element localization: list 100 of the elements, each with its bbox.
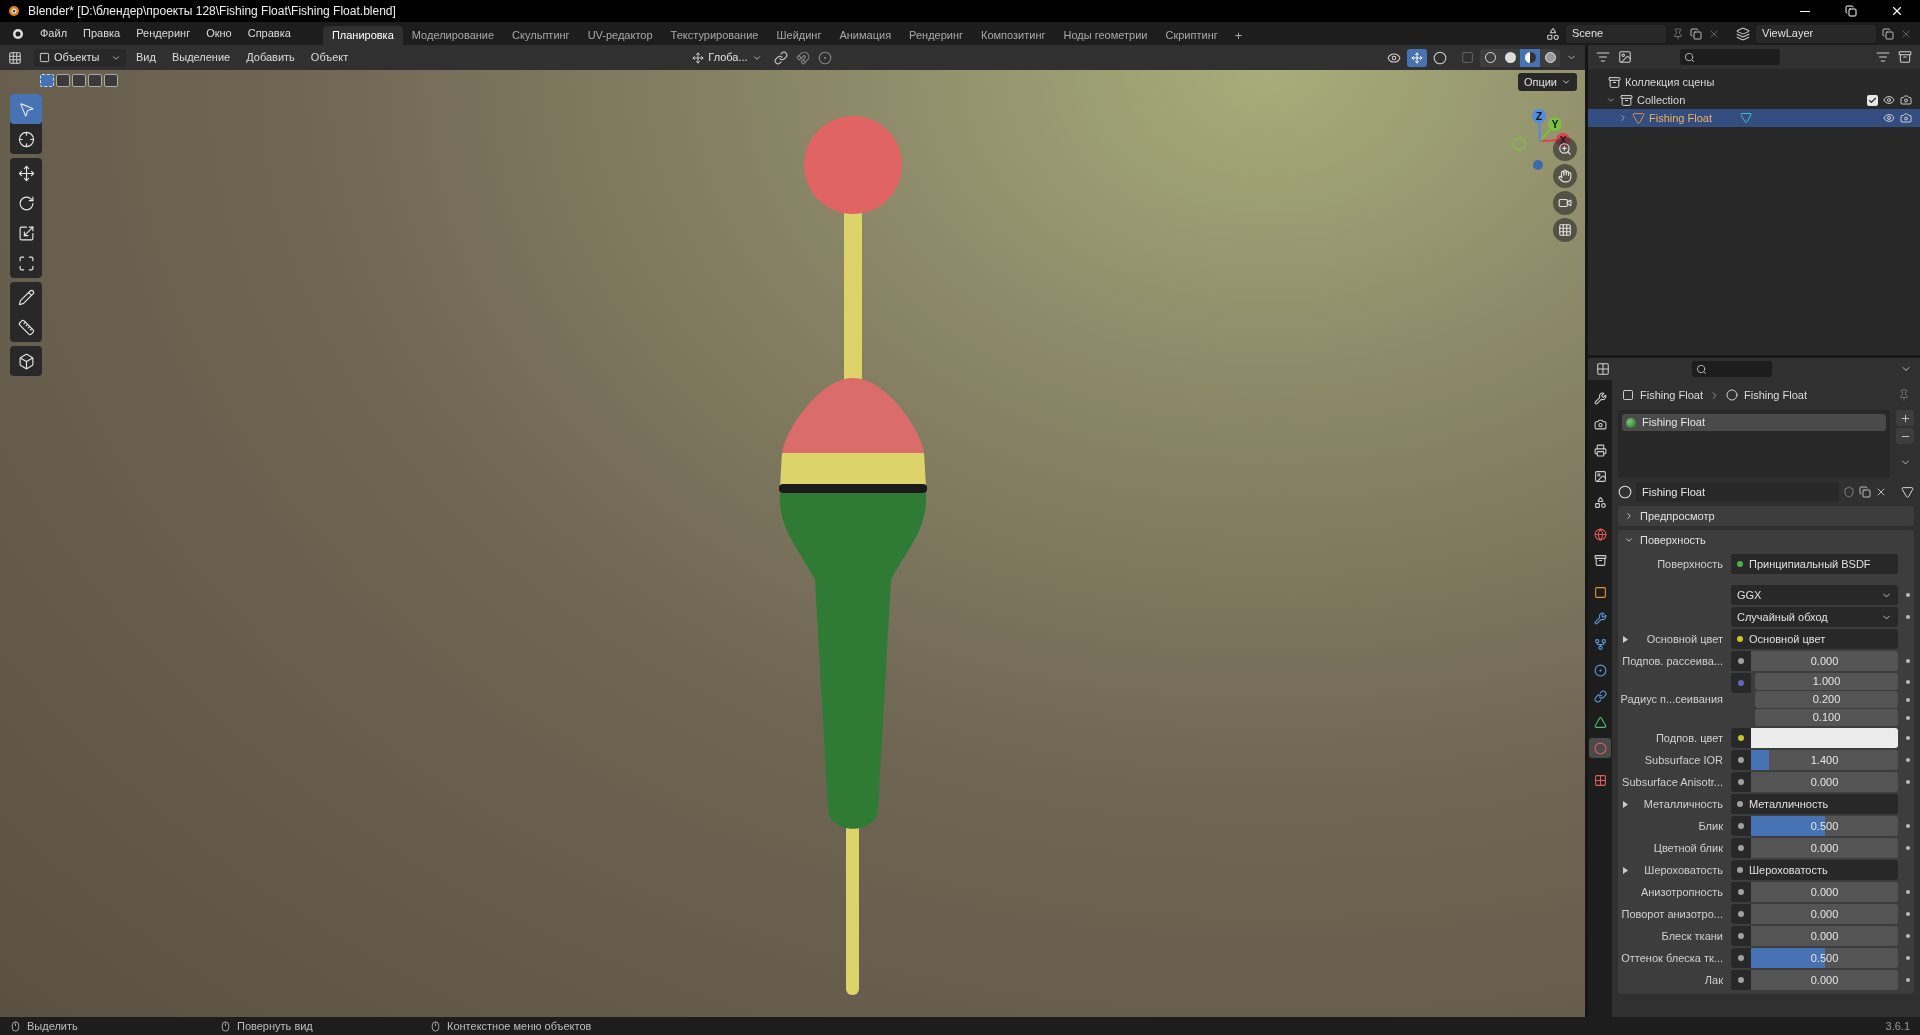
- scene-field[interactable]: Scene: [1566, 24, 1666, 43]
- outliner-row[interactable]: Коллекция сцены: [1588, 73, 1920, 91]
- dropdown[interactable]: Случайный обход: [1731, 607, 1898, 627]
- zoom-button[interactable]: [1553, 137, 1577, 161]
- display-mode-icon[interactable]: [1618, 50, 1632, 64]
- menu-item[interactable]: Добавить: [240, 49, 301, 66]
- workspace-tab[interactable]: Ноды геометрии: [1054, 26, 1157, 45]
- visibility-icon[interactable]: [1387, 50, 1401, 65]
- camera-view-button[interactable]: [1553, 191, 1577, 215]
- expand-triangle-icon[interactable]: [1622, 866, 1629, 874]
- new-scene-icon[interactable]: [1690, 27, 1702, 40]
- search-field[interactable]: [1692, 361, 1772, 377]
- workspace-tab[interactable]: UV-редактор: [578, 26, 662, 45]
- slider-field[interactable]: 0.000: [1751, 772, 1898, 792]
- mode-dropdown[interactable]: Объекты: [34, 48, 126, 67]
- panel-header[interactable]: Предпросмотр: [1618, 506, 1914, 526]
- slider-field[interactable]: 0.000: [1751, 882, 1898, 902]
- select-mode-icon[interactable]: [56, 74, 70, 87]
- menu-item[interactable]: Объект: [304, 49, 355, 66]
- workspace-tab[interactable]: Текстурирование: [661, 26, 768, 45]
- axis-gizmo-drawing[interactable]: X Y Z: [1505, 106, 1575, 176]
- workspace-tab[interactable]: Анимация: [830, 26, 901, 45]
- magnet-icon[interactable]: [795, 50, 810, 65]
- menu-item[interactable]: Выделение: [165, 49, 237, 66]
- linked-input-field[interactable]: Металличность: [1731, 794, 1898, 814]
- slider-field[interactable]: 0.000: [1751, 926, 1898, 946]
- menu-item[interactable]: Справка: [239, 25, 299, 42]
- slider-field[interactable]: 0.000: [1751, 904, 1898, 924]
- options-dropdown[interactable]: Опции: [1517, 73, 1577, 91]
- menu-item[interactable]: Окно: [198, 25, 240, 42]
- overlays-icon[interactable]: [1433, 50, 1447, 65]
- editor-type-icon[interactable]: [1596, 50, 1610, 64]
- pin-icon[interactable]: [1898, 389, 1910, 401]
- new-collection-icon[interactable]: [1898, 50, 1912, 64]
- panel-header[interactable]: Поверхность: [1618, 530, 1914, 550]
- checkbox[interactable]: [1867, 94, 1878, 106]
- add-slot-button[interactable]: [1896, 410, 1914, 426]
- outliner-row[interactable]: Collection: [1588, 91, 1920, 109]
- x-axis-handle[interactable]: [1539, 133, 1570, 147]
- linked-input-field[interactable]: Основной цвет: [1731, 629, 1898, 649]
- gizmo-toggle[interactable]: [1407, 48, 1427, 67]
- material-slot[interactable]: Fishing Float: [1622, 414, 1886, 431]
- slider-field[interactable]: 0.000: [1751, 970, 1898, 990]
- color-swatch[interactable]: [1751, 728, 1898, 748]
- menu-item[interactable]: Правка: [75, 25, 129, 42]
- slider-field[interactable]: 0.000: [1751, 651, 1898, 671]
- material-browse-icon[interactable]: [1618, 485, 1632, 499]
- select-mode-icon[interactable]: [40, 74, 54, 87]
- workspace-tab[interactable]: Планировка: [322, 26, 403, 45]
- number-field[interactable]: 0.100: [1755, 709, 1898, 726]
- workspace-tab[interactable]: Шейдинг: [767, 26, 831, 45]
- material-shading-icon[interactable]: [1520, 48, 1540, 67]
- workspace-tab[interactable]: Скульптинг: [503, 26, 579, 45]
- linked-input-field[interactable]: Принципиальный BSDF: [1731, 554, 1898, 574]
- workspace-tab[interactable]: Скриптинг: [1156, 26, 1227, 45]
- outliner-row[interactable]: Fishing Float: [1588, 109, 1920, 127]
- pin-icon[interactable]: [1672, 27, 1684, 40]
- menu-item[interactable]: Вид: [130, 49, 162, 66]
- solid-shading-icon[interactable]: [1500, 48, 1520, 67]
- add-workspace-button[interactable]: +: [1226, 26, 1251, 45]
- number-field[interactable]: 1.000: [1755, 673, 1898, 690]
- fake-user-icon[interactable]: [1843, 486, 1855, 498]
- unlink-icon[interactable]: [1875, 486, 1887, 498]
- material-name-field[interactable]: Fishing Float: [1636, 482, 1839, 502]
- camera-icon[interactable]: [1900, 94, 1912, 106]
- workspace-tab[interactable]: Рендеринг: [900, 26, 973, 45]
- editor-type-icon[interactable]: [1596, 362, 1610, 376]
- expand-triangle-icon[interactable]: [1622, 800, 1629, 808]
- number-field[interactable]: 0.200: [1755, 691, 1898, 708]
- view-layer-field[interactable]: ViewLayer: [1756, 24, 1876, 43]
- expand-triangle-icon[interactable]: [1622, 635, 1629, 643]
- orientation-dropdown[interactable]: Глоба...: [688, 48, 766, 67]
- filter-icon[interactable]: [1876, 50, 1890, 64]
- linked-input-field[interactable]: Шероховатость: [1731, 860, 1898, 880]
- wireframe-shading-icon[interactable]: [1480, 48, 1500, 67]
- mesh-data-icon[interactable]: [1901, 485, 1914, 499]
- z-axis-handle[interactable]: [1532, 109, 1546, 142]
- select-mode-icon[interactable]: [104, 74, 118, 87]
- eye-icon[interactable]: [1883, 94, 1895, 106]
- select-arrow-tool[interactable]: [10, 94, 42, 124]
- camera-icon[interactable]: [1900, 112, 1912, 124]
- grid-button[interactable]: [1553, 218, 1577, 242]
- rendered-shading-icon[interactable]: [1540, 48, 1560, 67]
- duplicate-icon[interactable]: [1859, 486, 1871, 498]
- menu-item[interactable]: Рендеринг: [128, 25, 199, 42]
- app-logo-icon[interactable]: [10, 26, 24, 41]
- slider-field[interactable]: 0.000: [1751, 838, 1898, 858]
- search-field[interactable]: [1680, 49, 1780, 65]
- menu-item[interactable]: Файл: [32, 25, 76, 42]
- select-mode-icon[interactable]: [88, 74, 102, 87]
- material-sphere-tab[interactable]: [1589, 738, 1611, 758]
- dropdown[interactable]: GGX: [1731, 585, 1898, 605]
- hand-button[interactable]: [1553, 164, 1577, 188]
- eye-icon[interactable]: [1883, 112, 1895, 124]
- workspace-tab[interactable]: Моделирование: [402, 26, 504, 45]
- new-view-layer-icon[interactable]: [1882, 27, 1894, 40]
- workspace-tab[interactable]: Композитинг: [972, 26, 1055, 45]
- remove-slot-button[interactable]: [1896, 428, 1914, 444]
- scene-icon[interactable]: [1546, 26, 1560, 41]
- slider-field[interactable]: 1.400: [1751, 750, 1898, 770]
